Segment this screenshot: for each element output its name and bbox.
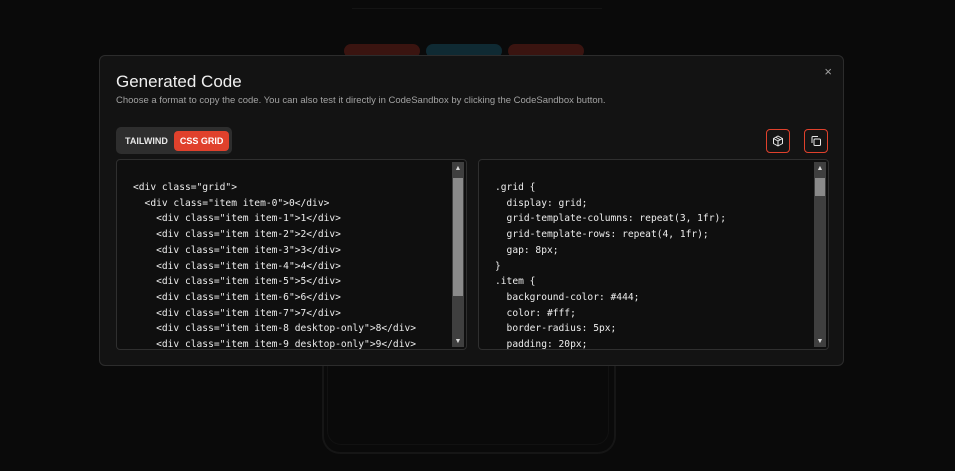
codesandbox-button[interactable] — [766, 129, 790, 153]
code-line: gap: 8px; — [495, 244, 559, 256]
code-line: <div class="item item-9 desktop-only">9<… — [133, 339, 417, 350]
code-line: grid-template-columns: repeat(3, 1fr); — [495, 213, 727, 225]
css-code-block[interactable]: .grid { display: grid; grid-template-col… — [495, 180, 810, 350]
code-line: <div class="item item-0">0</div> — [133, 197, 330, 209]
tab-tailwind[interactable]: TAILWIND — [119, 131, 174, 151]
code-line: <div class="item item-2">2</div> — [133, 229, 341, 241]
code-line: <div class="item item-7">7</div> — [133, 307, 341, 319]
background-device-frame-inner — [327, 362, 609, 445]
scroll-up-arrow[interactable]: ▲ — [452, 162, 464, 174]
code-line: display: grid; — [495, 197, 588, 209]
css-code-scrollbar[interactable]: ▲ ▼ — [814, 162, 826, 347]
css-code-panel[interactable]: .grid { display: grid; grid-template-col… — [478, 159, 829, 350]
code-line: } — [495, 260, 501, 272]
scroll-thumb[interactable] — [453, 178, 463, 296]
format-tabs: TAILWIND CSS GRID — [116, 127, 233, 154]
scroll-up-arrow[interactable]: ▲ — [814, 162, 826, 174]
scroll-thumb[interactable] — [815, 178, 825, 196]
codesandbox-icon — [773, 135, 783, 147]
code-line: .item { — [495, 276, 536, 288]
generated-code-modal: × Generated Code Choose a format to copy… — [99, 55, 844, 366]
code-line: <div class="item item-4">4</div> — [133, 260, 341, 272]
code-line: <div class="item item-3">3</div> — [133, 244, 341, 256]
code-line: padding: 20px; — [495, 339, 588, 350]
code-line: .grid { — [495, 182, 536, 193]
html-code-panel[interactable]: <div class="grid"> <div class="item item… — [116, 159, 467, 350]
code-line: <div class="grid"> — [133, 182, 237, 193]
modal-title: Generated Code — [116, 72, 242, 91]
copy-button[interactable] — [804, 129, 828, 153]
code-line: <div class="item item-6">6</div> — [133, 291, 341, 303]
code-line: <div class="item item-8 desktop-only">8<… — [133, 323, 417, 335]
modal-subtitle: Choose a format to copy the code. You ca… — [116, 95, 606, 106]
html-code-scrollbar[interactable]: ▲ ▼ — [452, 162, 464, 347]
code-line: background-color: #444; — [495, 291, 640, 303]
code-line: <div class="item item-5">5</div> — [133, 276, 341, 288]
code-line: <div class="item item-1">1</div> — [133, 213, 341, 225]
scroll-down-arrow[interactable]: ▼ — [452, 335, 464, 347]
background-header — [352, 0, 602, 9]
copy-icon — [811, 136, 821, 146]
tab-css-grid[interactable]: CSS GRID — [173, 130, 230, 151]
code-line: color: #fff; — [495, 307, 576, 319]
code-line: border-radius: 5px; — [495, 323, 617, 335]
close-button[interactable]: × — [824, 64, 832, 79]
code-line: grid-template-rows: repeat(4, 1fr); — [495, 229, 709, 241]
scroll-down-arrow[interactable]: ▼ — [814, 335, 826, 347]
html-code-block[interactable]: <div class="grid"> <div class="item item… — [133, 180, 448, 350]
